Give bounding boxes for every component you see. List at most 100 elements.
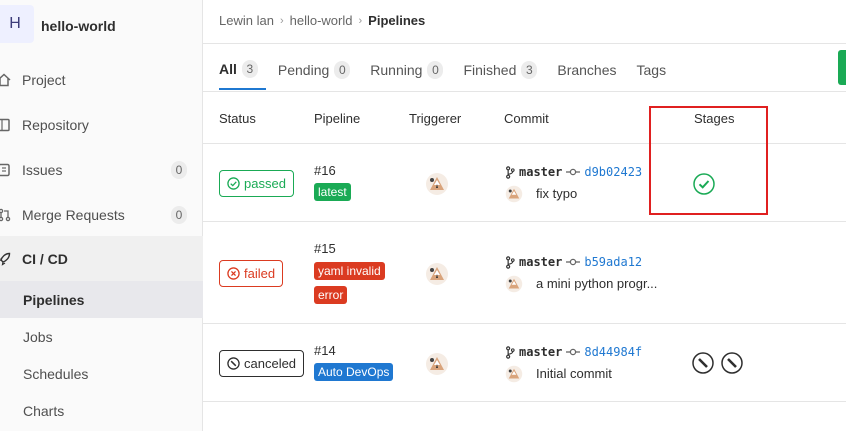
- commit-message-link[interactable]: Initial commit: [536, 366, 612, 381]
- commit-author-avatar[interactable]: [505, 365, 523, 383]
- breadcrumb-current[interactable]: Pipelines: [368, 13, 425, 28]
- sidebar: H hello-world Project Repository Issues …: [0, 0, 203, 431]
- status-badge-passed[interactable]: passed: [219, 170, 294, 197]
- tab-label: Tags: [636, 62, 667, 78]
- merge-request-icon: [0, 207, 12, 223]
- tab-count: 3: [241, 60, 258, 78]
- triggerer-avatar[interactable]: [425, 262, 449, 286]
- sidebar-item-label: Issues: [22, 161, 63, 178]
- annotation-highlight-box: [649, 106, 768, 215]
- tab-pending[interactable]: Pending 0: [278, 50, 358, 90]
- commit-ref: master d9b02423: [505, 165, 642, 179]
- tab-finished[interactable]: Finished 3: [463, 50, 545, 90]
- sidebar-subitem-label: Pipelines: [23, 291, 85, 308]
- row-divider: [203, 323, 846, 324]
- sidebar-item-ci-cd[interactable]: CI / CD: [0, 236, 203, 281]
- stage-canceled-icon[interactable]: [692, 352, 714, 374]
- commit-sha-link[interactable]: 8d44984f: [584, 345, 642, 359]
- pipeline-label-yaml-invalid: yaml invalid: [314, 262, 385, 280]
- header-commit: Commit: [504, 111, 549, 126]
- rocket-icon: [0, 251, 12, 267]
- chevron-right-icon: ›: [279, 14, 284, 27]
- chevron-right-icon: ›: [358, 14, 363, 27]
- tab-count: 3: [521, 61, 538, 79]
- pipeline-label-error: error: [314, 286, 348, 304]
- row-divider: [203, 221, 846, 222]
- tabs-divider: [203, 91, 846, 92]
- status-text: canceled: [244, 356, 297, 371]
- project-avatar: H: [0, 5, 34, 43]
- sidebar-subitem-pipelines[interactable]: Pipelines: [0, 281, 203, 318]
- branch-name-link[interactable]: master: [519, 165, 562, 179]
- commit-sha-link[interactable]: b59ada12: [584, 255, 642, 269]
- row-divider: [203, 401, 846, 402]
- breadcrumb: Lewin lan › hello-world › Pipelines: [219, 13, 425, 28]
- sidebar-subitem-label: Jobs: [23, 328, 53, 345]
- home-icon: [0, 72, 12, 88]
- issues-count: 0: [171, 160, 187, 179]
- tab-running[interactable]: Running 0: [370, 50, 451, 90]
- branch-name-link[interactable]: master: [519, 255, 562, 269]
- header-triggerer: Triggerer: [409, 111, 462, 126]
- pipeline-label-latest: latest: [314, 183, 351, 201]
- status-badge-failed[interactable]: failed: [219, 260, 284, 287]
- tab-count: 0: [427, 61, 444, 79]
- header-status: Status: [219, 111, 256, 126]
- book-icon: [0, 117, 12, 133]
- commit-icon: [566, 168, 581, 176]
- issues-icon: [0, 162, 12, 178]
- commit-author-avatar[interactable]: [505, 275, 523, 293]
- sidebar-item-label: Merge Requests: [22, 206, 125, 223]
- tab-all[interactable]: All 3: [219, 50, 266, 90]
- commit-message-link[interactable]: a mini python progr...: [536, 276, 657, 291]
- commit-sha-link[interactable]: d9b02423: [584, 165, 642, 179]
- commit-ref: master 8d44984f: [505, 345, 642, 359]
- tab-label: Running: [370, 62, 423, 78]
- tab-tags[interactable]: Tags: [637, 50, 675, 90]
- triggerer-avatar[interactable]: [425, 352, 449, 376]
- commit-icon: [566, 258, 581, 266]
- check-circle-icon: [227, 177, 240, 190]
- pipeline-id-link[interactable]: #16: [314, 163, 336, 178]
- merge-requests-count: 0: [171, 205, 187, 224]
- breadcrumb-project[interactable]: hello-world: [290, 13, 353, 28]
- commit-ref: master b59ada12: [505, 255, 642, 269]
- pipeline-id-link[interactable]: #14: [314, 343, 336, 358]
- sidebar-subitem-schedules[interactable]: Schedules: [0, 355, 203, 392]
- sidebar-item-label: Repository: [22, 116, 89, 133]
- sidebar-subitem-label: Schedules: [23, 365, 89, 382]
- branch-icon: [506, 165, 515, 179]
- sidebar-subitem-label: Charts: [23, 402, 65, 419]
- tab-label: Pending: [277, 62, 330, 78]
- triggerer-avatar[interactable]: [425, 172, 449, 196]
- commit-icon: [566, 348, 581, 356]
- tab-label: Branches: [557, 62, 617, 78]
- canceled-icon: [227, 357, 240, 370]
- commit-author-avatar[interactable]: [505, 185, 523, 203]
- commit-message-link[interactable]: fix typo: [536, 186, 577, 201]
- status-badge-canceled[interactable]: canceled: [219, 350, 305, 377]
- pipeline-tabs: All 3 Pending 0 Running 0 Finished 3 Bra…: [219, 50, 686, 92]
- tab-branches[interactable]: Branches: [557, 50, 624, 90]
- sidebar-item-issues[interactable]: Issues 0: [0, 147, 203, 192]
- pipeline-id-link[interactable]: #15: [314, 241, 336, 256]
- tab-label: All: [219, 61, 237, 77]
- sidebar-item-project[interactable]: Project: [0, 57, 203, 102]
- breadcrumb-user[interactable]: Lewin lan: [219, 13, 274, 28]
- project-name[interactable]: hello-world: [41, 18, 116, 34]
- sidebar-subitem-jobs[interactable]: Jobs: [0, 318, 203, 355]
- branch-name-link[interactable]: master: [519, 345, 562, 359]
- pipeline-label-auto-devops: Auto DevOps: [314, 363, 394, 381]
- tab-label: Finished: [463, 62, 517, 78]
- project-header[interactable]: H hello-world: [0, 0, 203, 54]
- sidebar-item-merge-requests[interactable]: Merge Requests 0: [0, 192, 203, 237]
- branch-icon: [506, 255, 515, 269]
- header-pipeline: Pipeline: [314, 111, 361, 126]
- sidebar-item-repository[interactable]: Repository: [0, 102, 203, 147]
- header-divider: [203, 43, 846, 44]
- status-text: failed: [244, 266, 276, 281]
- run-pipeline-button[interactable]: [838, 50, 846, 85]
- sidebar-subitem-charts[interactable]: Charts: [0, 392, 203, 429]
- stage-canceled-icon[interactable]: [721, 352, 743, 374]
- x-circle-icon: [227, 267, 240, 280]
